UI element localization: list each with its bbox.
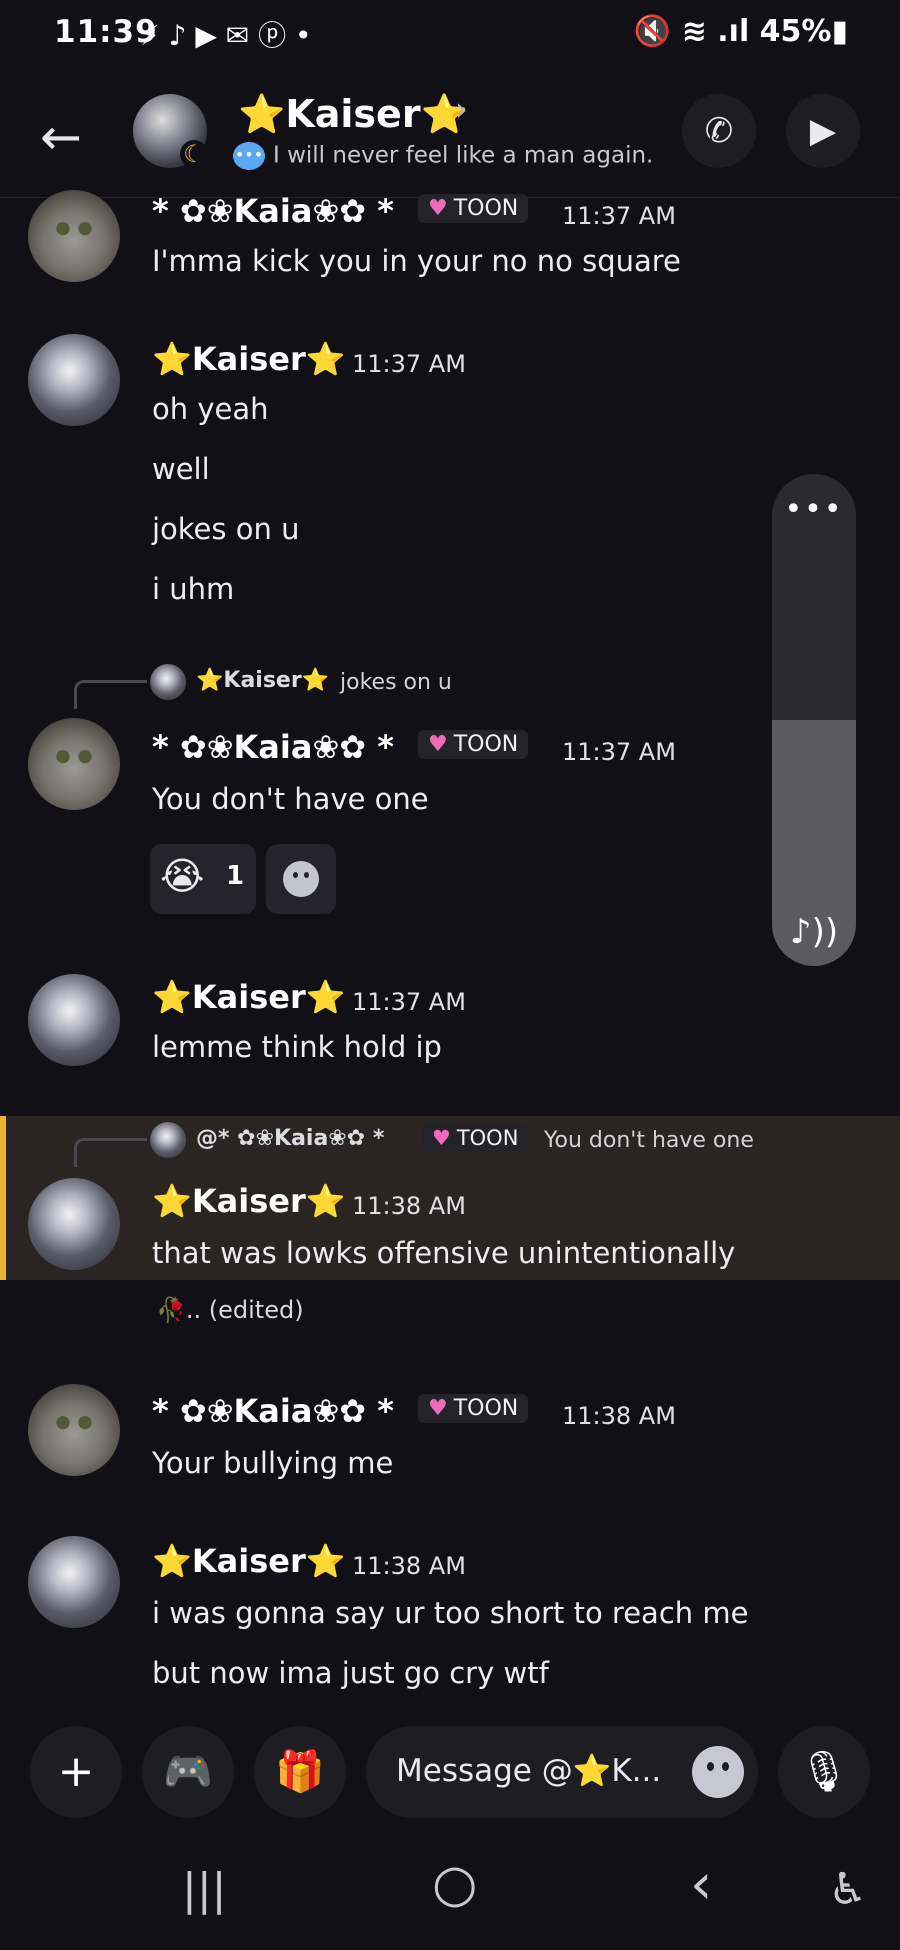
edited-message-text: 🥀.. (edited)	[156, 1296, 304, 1324]
message-text: well	[152, 452, 210, 486]
recents-icon[interactable]: |||	[182, 1864, 226, 1915]
reply-preview[interactable]: You don't have one	[544, 1128, 754, 1153]
reply-author[interactable]: ⭐Kaiser⭐	[196, 668, 329, 693]
nav-back-icon[interactable]: ‹	[690, 1852, 712, 1917]
system-indicators: 🔇 ≋ .ıl 45%▮	[633, 14, 848, 49]
message-text: i uhm	[152, 572, 235, 606]
reply-preview[interactable]: jokes on u	[340, 670, 452, 695]
message-author[interactable]: ⭐Kaiser⭐	[152, 340, 346, 378]
message-timestamp: 11:38 AM	[352, 1552, 466, 1580]
reply-avatar	[150, 1122, 186, 1158]
voice-message-button[interactable]: 🎙	[778, 1726, 870, 1818]
avatar[interactable]	[28, 190, 120, 282]
message-timestamp: 11:37 AM	[562, 738, 676, 766]
heart-icon: ♥	[428, 1396, 448, 1421]
voice-call-button[interactable]: ✆	[682, 94, 756, 168]
message-author[interactable]: ⭐Kaiser⭐	[152, 978, 346, 1016]
gift-button[interactable]: 🎁	[254, 1726, 346, 1818]
message-text: lemme think hold ip	[152, 1030, 442, 1064]
message-author[interactable]: * ✿❀Kaia❀✿ *	[152, 728, 394, 766]
home-icon[interactable]: ○	[432, 1854, 477, 1914]
emoji-picker-icon[interactable]	[692, 1746, 744, 1798]
contact-name[interactable]: ⭐Kaiser⭐	[238, 92, 468, 137]
message-timestamp: 11:37 AM	[352, 350, 466, 378]
message-text: You don't have one	[152, 782, 429, 816]
message-text: I'mma kick you in your no no square	[152, 244, 681, 278]
guild-tag[interactable]: ♥ TOON	[418, 194, 529, 223]
message-text: that was lowks offensive unintentionally	[152, 1236, 736, 1270]
notification-icons: ⚡ ♪ ▶ ✉ ⓟ •	[140, 19, 312, 52]
guild-tag[interactable]: ♥ TOON	[418, 1394, 529, 1423]
heart-icon: ♥	[432, 1126, 451, 1150]
microphone-icon: 🎙	[798, 1749, 850, 1795]
gift-icon: 🎁	[275, 1749, 325, 1795]
message-composer: + 🎮 🎁 Message @⭐K... 🎙	[0, 1706, 900, 1842]
idle-moon-icon: ☾	[180, 140, 208, 168]
attach-button[interactable]: +	[30, 1726, 122, 1818]
custom-status: ••• I will never feel like a man again.	[233, 142, 653, 170]
message-author[interactable]: ⭐Kaiser⭐	[152, 1542, 346, 1580]
chevron-right-icon[interactable]: ›	[455, 90, 468, 128]
message-timestamp: 11:38 AM	[562, 1402, 676, 1430]
guild-tag[interactable]: ♥ TOON	[422, 1124, 529, 1152]
reply-connector	[74, 1138, 147, 1167]
speech-bubble-icon: •••	[233, 142, 265, 170]
reply-connector	[74, 680, 147, 709]
message-text: jokes on u	[152, 512, 300, 546]
message-timestamp: 11:38 AM	[352, 1192, 466, 1220]
avatar[interactable]	[28, 1536, 120, 1628]
more-options-icon[interactable]: •••	[772, 492, 856, 527]
message-author[interactable]: * ✿❀Kaia❀✿ *	[152, 192, 394, 230]
activities-button[interactable]: 🎮	[142, 1726, 234, 1818]
reply-author[interactable]: @* ✿❀Kaia❀✿ *	[196, 1126, 384, 1151]
avatar[interactable]	[28, 718, 120, 810]
message-input[interactable]: Message @⭐K...	[366, 1726, 758, 1818]
avatar[interactable]	[28, 334, 120, 426]
message-text: oh yeah	[152, 392, 269, 426]
plus-icon: +	[57, 1746, 95, 1797]
crying-face-icon: 😭	[160, 854, 205, 898]
accessibility-icon[interactable]: ♿	[828, 1864, 867, 1915]
video-camera-icon: ▶	[809, 111, 837, 151]
add-reaction-button[interactable]	[266, 844, 336, 914]
avatar[interactable]	[28, 974, 120, 1066]
reply-avatar	[150, 664, 186, 700]
reaction-crying[interactable]: 😭 1	[150, 844, 256, 914]
system-nav-bar: ||| ○ ‹ ♿	[0, 1842, 900, 1950]
avatar[interactable]	[28, 1384, 120, 1476]
volume-slider[interactable]: ••• ♪))	[772, 474, 856, 966]
smiley-add-icon	[283, 861, 319, 897]
status-bar: 11:39 ⚡ ♪ ▶ ✉ ⓟ • 🔇 ≋ .ıl 45%▮	[0, 0, 900, 72]
reaction-count: 1	[226, 861, 245, 891]
message-placeholder: Message @⭐K...	[396, 1753, 662, 1789]
chat-header: ← ☾ ⭐Kaiser⭐ › ••• I will never feel like…	[0, 72, 900, 198]
back-arrow-icon[interactable]: ←	[40, 112, 82, 162]
message-timestamp: 11:37 AM	[352, 988, 466, 1016]
heart-icon: ♥	[428, 732, 448, 757]
message-text: Your bullying me	[152, 1446, 394, 1480]
message-author[interactable]: * ✿❀Kaia❀✿ *	[152, 1392, 394, 1430]
message-timestamp: 11:37 AM	[562, 202, 676, 230]
message-text: but now ima just go cry wtf	[152, 1656, 549, 1690]
message-text: i was gonna say ur too short to reach me	[152, 1596, 749, 1630]
message-author[interactable]: ⭐Kaiser⭐	[152, 1182, 346, 1220]
phone-icon: ✆	[704, 111, 734, 151]
video-call-button[interactable]: ▶	[786, 94, 860, 168]
media-volume-icon: ♪))	[789, 912, 839, 952]
avatar[interactable]	[28, 1178, 120, 1270]
guild-tag[interactable]: ♥ TOON	[418, 730, 529, 759]
gamepad-icon: 🎮	[163, 1749, 213, 1795]
heart-icon: ♥	[428, 196, 448, 221]
custom-status-text: I will never feel like a man again.	[273, 142, 654, 169]
